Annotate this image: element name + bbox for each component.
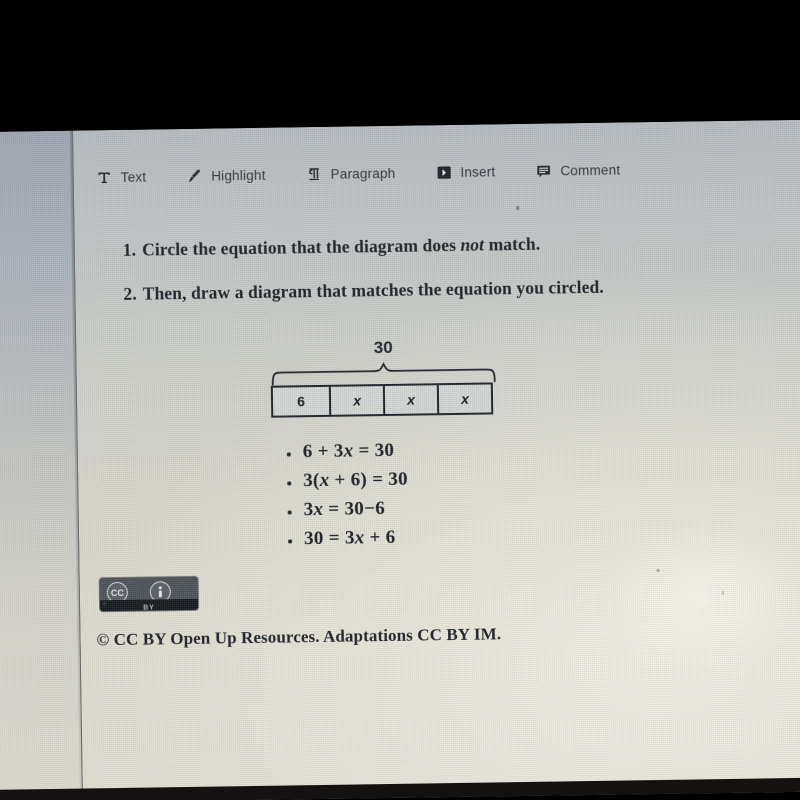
highlighter-pen-icon: [186, 167, 203, 184]
toolbar-item-highlight[interactable]: Highlight: [186, 166, 266, 184]
question-2-text-before: Then, draw a diagram that matches the eq…: [142, 276, 604, 304]
toolbar-item-text[interactable]: Text: [96, 168, 147, 186]
equation-4-part-2: + 6: [364, 526, 396, 549]
screen-speck: [516, 206, 520, 211]
reader-left-rail[interactable]: [0, 130, 82, 800]
screen-surface: Text Highlight Paragraph Insert Comment …: [0, 119, 800, 800]
creative-commons-badge: CC BY: [99, 576, 199, 612]
equation-1-part-2: = 30: [353, 439, 395, 462]
equation-2-part-1: x: [319, 469, 330, 491]
tape-diagram: 30 6 x x x: [270, 336, 497, 425]
tape-diagram-bar: 6 x x x: [270, 382, 494, 418]
toolbar-label-highlight: Highlight: [211, 167, 266, 184]
toolbar-label-text: Text: [120, 169, 147, 185]
equation-option-4[interactable]: 30 = 3x + 6: [287, 527, 409, 551]
screen-speck: [102, 602, 107, 606]
annotation-toolbar: Text Highlight Paragraph Insert Comment: [95, 154, 755, 190]
document-page: Text Highlight Paragraph Insert Comment …: [72, 119, 800, 800]
question-1-text-after: match.: [483, 233, 541, 255]
equation-2-part-2: + 6) = 30: [329, 468, 409, 491]
equation-3-part-2: = 30−6: [323, 498, 386, 520]
equation-1-part-0: 6 + 3: [302, 440, 344, 463]
question-1: 1. Circle the equation that the diagram d…: [123, 234, 541, 261]
question-2-number: 2.: [123, 283, 137, 304]
question-1-text-before: Circle the equation that the diagram doe…: [141, 234, 461, 260]
equation-option-1[interactable]: 6 + 3x = 30: [286, 440, 408, 464]
tape-diagram-total-label: 30: [373, 337, 393, 358]
equation-3-part-0: 3: [303, 499, 314, 521]
tape-cell-3: x: [461, 390, 470, 407]
text-format-icon: [96, 169, 113, 186]
tape-cell-0: 6: [272, 386, 332, 416]
screen-speck: [656, 568, 660, 573]
badge-by-label: BY: [143, 604, 155, 612]
toolbar-item-insert[interactable]: Insert: [435, 163, 495, 181]
equation-choice-list: 6 + 3x = 30 3(x + 6) = 30 3x = 30−6 30 =…: [286, 440, 409, 558]
person-body: [158, 590, 163, 598]
equation-option-3[interactable]: 3x = 30−6: [286, 498, 408, 522]
page-content: Text Highlight Paragraph Insert Comment …: [73, 120, 800, 800]
photo-of-screen: Text Highlight Paragraph Insert Comment …: [0, 0, 800, 800]
toolbar-label-insert: Insert: [460, 163, 496, 180]
question-1-emphasis: not: [460, 234, 485, 255]
toolbar-label-comment: Comment: [560, 162, 621, 178]
pilcrow-paragraph-icon: [305, 165, 322, 182]
screen-speck: [721, 591, 724, 596]
license-footer: © CC BY Open Up Resources. Adaptations C…: [96, 624, 502, 650]
equation-option-2[interactable]: 3(x + 6) = 30: [286, 469, 408, 493]
equation-1-part-1: x: [343, 440, 354, 462]
person-head: [158, 586, 163, 590]
insert-arrow-icon: [435, 163, 452, 180]
comment-bubble-icon: [535, 162, 552, 179]
tape-cell-1: x: [330, 386, 386, 415]
screen-glare: [598, 519, 800, 673]
tape-cell-2: x: [384, 385, 440, 415]
toolbar-label-paragraph: Paragraph: [330, 165, 396, 182]
person-glyph: [155, 586, 165, 598]
toolbar-item-paragraph[interactable]: Paragraph: [305, 164, 396, 182]
equation-2-part-0: 3(: [303, 470, 320, 492]
equation-3-part-1: x: [313, 498, 324, 521]
toolbar-item-comment[interactable]: Comment: [535, 161, 620, 179]
question-1-number: 1.: [122, 239, 137, 260]
question-2: 2. Then, draw a diagram that matches the …: [123, 277, 604, 305]
equation-4-part-0: 30 = 3: [303, 527, 355, 550]
